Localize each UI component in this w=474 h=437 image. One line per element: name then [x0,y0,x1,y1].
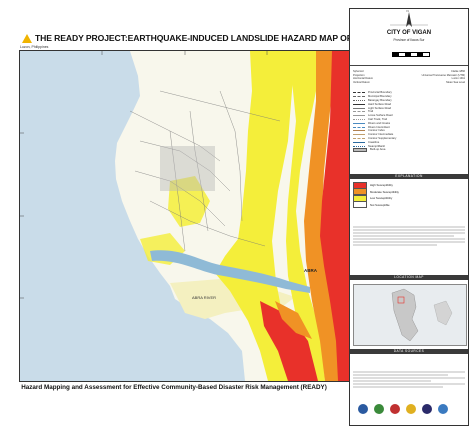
credits-header: DATA SOURCES [350,349,468,354]
compass-box: N CITY OF VIGAN Province of Ilocos Sur [350,9,468,66]
warning-icon [22,33,32,43]
legend-item: Built-up Area [353,147,465,153]
agency-logo-icon [358,404,368,414]
built-up-area [160,146,215,191]
legend-panel: N CITY OF VIGAN Province of Ilocos Sur S… [349,8,469,426]
legend-list: Provincial Boundary Municipal Boundary B… [353,91,465,153]
agency-logo-icon [374,404,384,414]
luzon-inset-map [391,288,453,342]
map-frame[interactable]: ABRA RIVER ABRA [19,50,350,382]
location-header: LOCATION MAP [350,275,468,280]
swatch-none [353,201,367,209]
scale-bar [392,52,430,57]
province-name: Province of Ilocos Sur [393,38,425,42]
explanation-text [353,225,465,247]
projection-info: Spheroid Clarke 1866 Projection Universal … [353,70,465,84]
abra-label: ABRA [304,268,318,273]
hazard-legend: High Susceptibility Moderate Susceptibil… [353,181,465,209]
info-row: Vertical Datum Mean Sea Level [353,80,465,84]
agency-logo-icon [390,404,400,414]
title-row: THE READY PROJECT:EARTHQUAKE-INDUCED LAN… [22,33,402,43]
agency-logo-icon [406,404,416,414]
map-title: THE READY PROJECT:EARTHQUAKE-INDUCED LAN… [35,33,403,43]
location-note: Luzon, Philippines [20,45,49,49]
svg-text:N: N [407,9,409,13]
city-title: CITY OF VIGAN [386,30,432,36]
agency-logo-icon [422,404,432,414]
location-map [353,284,467,346]
abra-river-label: ABRA RIVER [192,295,216,300]
hazard-map: ABRA RIVER ABRA [20,51,349,381]
project-footer: Hazard Mapping and Assessment for Effect… [21,384,327,391]
hazard-none: Not Susceptible [353,201,465,209]
agency-logo-icon [438,404,448,414]
agency-logos [358,404,448,414]
hazard-map-sheet: THE READY PROJECT:EARTHQUAKE-INDUCED LAN… [0,0,474,437]
credits-text [353,370,465,389]
hazard-header: EXPLANATION [350,174,468,179]
